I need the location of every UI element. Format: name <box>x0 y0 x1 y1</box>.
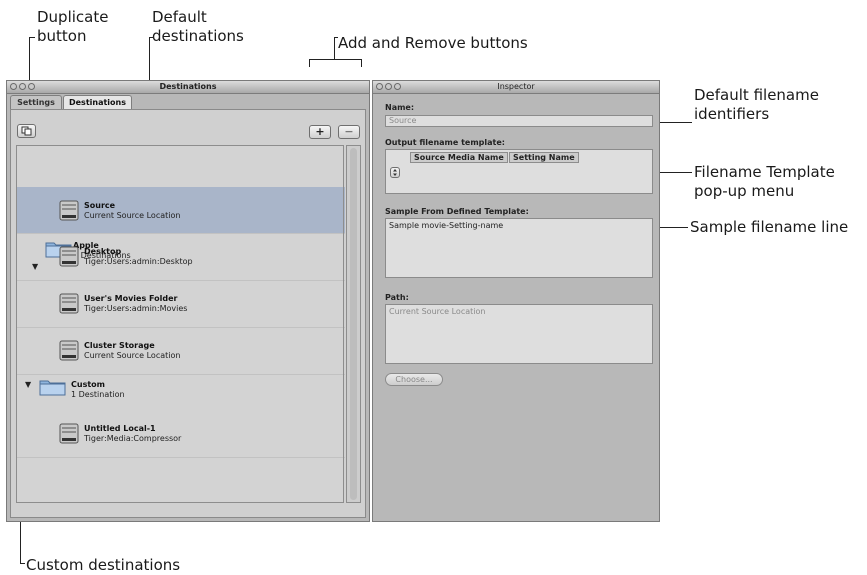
callout-template-menu: Filename Template pop-up menu <box>694 163 835 201</box>
callout-custom-destinations: Custom destinations <box>26 556 181 574</box>
name-field[interactable]: Source <box>385 115 653 127</box>
callout-duplicate-line1: Duplicate <box>37 8 109 26</box>
popup-arrows-icon <box>393 169 397 176</box>
callout-filename-line2: identifiers <box>694 105 770 123</box>
item-path: Tiger:Users:admin:Desktop <box>84 257 193 266</box>
callout-add-remove-bar <box>309 59 362 60</box>
list-item-source[interactable]: Source Current Source Location <box>17 187 345 234</box>
list-item-cluster-storage[interactable]: Cluster Storage Current Source Location <box>17 328 345 375</box>
callout-add-remove-left <box>309 59 310 67</box>
callout-default-line1: Default <box>152 8 207 26</box>
inspector-window: Inspector Name: Source Output filename t… <box>372 80 660 522</box>
scrollbar-track[interactable] <box>350 148 357 500</box>
disk-icon <box>59 293 79 314</box>
group-row-custom[interactable]: ▼ Custom 1 Destination <box>17 375 345 411</box>
item-path: Tiger:Media:Compressor <box>84 434 182 443</box>
callout-default-top <box>149 37 154 38</box>
callout-duplicate: Duplicate button <box>37 8 108 46</box>
add-destination-button[interactable]: + <box>309 125 331 139</box>
path-label: Path: <box>385 293 409 302</box>
item-path: Current Source Location <box>84 211 181 220</box>
callout-sample-line: Sample filename line <box>690 218 849 236</box>
callout-template-line2: pop-up menu <box>694 182 795 200</box>
choose-button[interactable]: Choose... <box>385 373 443 386</box>
disk-icon <box>59 423 79 444</box>
disclosure-triangle-icon[interactable]: ▼ <box>25 380 31 389</box>
callout-duplicate-tick <box>29 37 35 38</box>
sample-label: Sample From Defined Template: <box>385 207 529 216</box>
output-template-field[interactable]: Source Media Name Setting Name <box>385 149 653 194</box>
disk-icon <box>59 246 79 267</box>
item-path: Tiger:Users:admin:Movies <box>84 304 188 313</box>
item-name: Source <box>84 201 116 210</box>
disk-icon <box>59 200 79 221</box>
disk-icon <box>59 340 79 361</box>
duplicate-button[interactable] <box>17 124 36 138</box>
remove-destination-button[interactable]: − <box>338 125 360 139</box>
duplicate-icon <box>21 126 32 136</box>
list-scrollbar[interactable] <box>346 145 361 503</box>
group-count: 1 Destination <box>71 390 125 399</box>
item-name: Cluster Storage <box>84 341 155 350</box>
item-path: Current Source Location <box>84 351 181 360</box>
tab-destinations[interactable]: Destinations <box>63 95 132 109</box>
list-item-desktop[interactable]: Desktop Tiger:Users:admin:Desktop <box>17 234 345 281</box>
callout-add-remove: Add and Remove buttons <box>338 34 528 52</box>
callout-add-remove-right <box>361 59 362 67</box>
callout-duplicate-line2: button <box>37 27 87 45</box>
callout-add-remove-stem <box>334 37 335 59</box>
sample-field: Sample movie-Setting-name <box>385 218 653 278</box>
item-name: User's Movies Folder <box>84 294 178 303</box>
path-field: Current Source Location <box>385 304 653 364</box>
list-item-untitled-local[interactable]: Untitled Local-1 Tiger:Media:Compressor <box>17 411 345 458</box>
callout-default-filename: Default filename identifiers <box>694 86 819 124</box>
callout-template-line1: Filename Template <box>694 163 835 181</box>
output-template-label: Output filename template: <box>385 138 505 147</box>
folder-icon <box>39 380 66 396</box>
filename-template-popup[interactable] <box>390 167 400 178</box>
callout-filename-line1: Default filename <box>694 86 819 104</box>
token-setting-name[interactable]: Setting Name <box>509 152 579 163</box>
callout-add-remove-top <box>334 37 338 38</box>
item-name: Untitled Local-1 <box>84 424 156 433</box>
tab-settings[interactable]: Settings <box>10 95 62 109</box>
callout-default-line2: destinations <box>152 27 244 45</box>
token-source-media-name[interactable]: Source Media Name <box>410 152 508 163</box>
destinations-window-title: Destinations <box>159 82 217 91</box>
name-label: Name: <box>385 103 415 112</box>
item-name: Desktop <box>84 247 122 256</box>
group-name: Custom <box>71 380 105 389</box>
list-item-movies-folder[interactable]: User's Movies Folder Tiger:Users:admin:M… <box>17 281 345 328</box>
callout-custom-tick <box>20 563 25 564</box>
destinations-titlebar: Destinations <box>7 81 369 94</box>
inspector-window-title: Inspector <box>497 82 535 91</box>
inspector-titlebar: Inspector <box>373 81 659 94</box>
callout-default-destinations: Default destinations <box>152 8 244 46</box>
